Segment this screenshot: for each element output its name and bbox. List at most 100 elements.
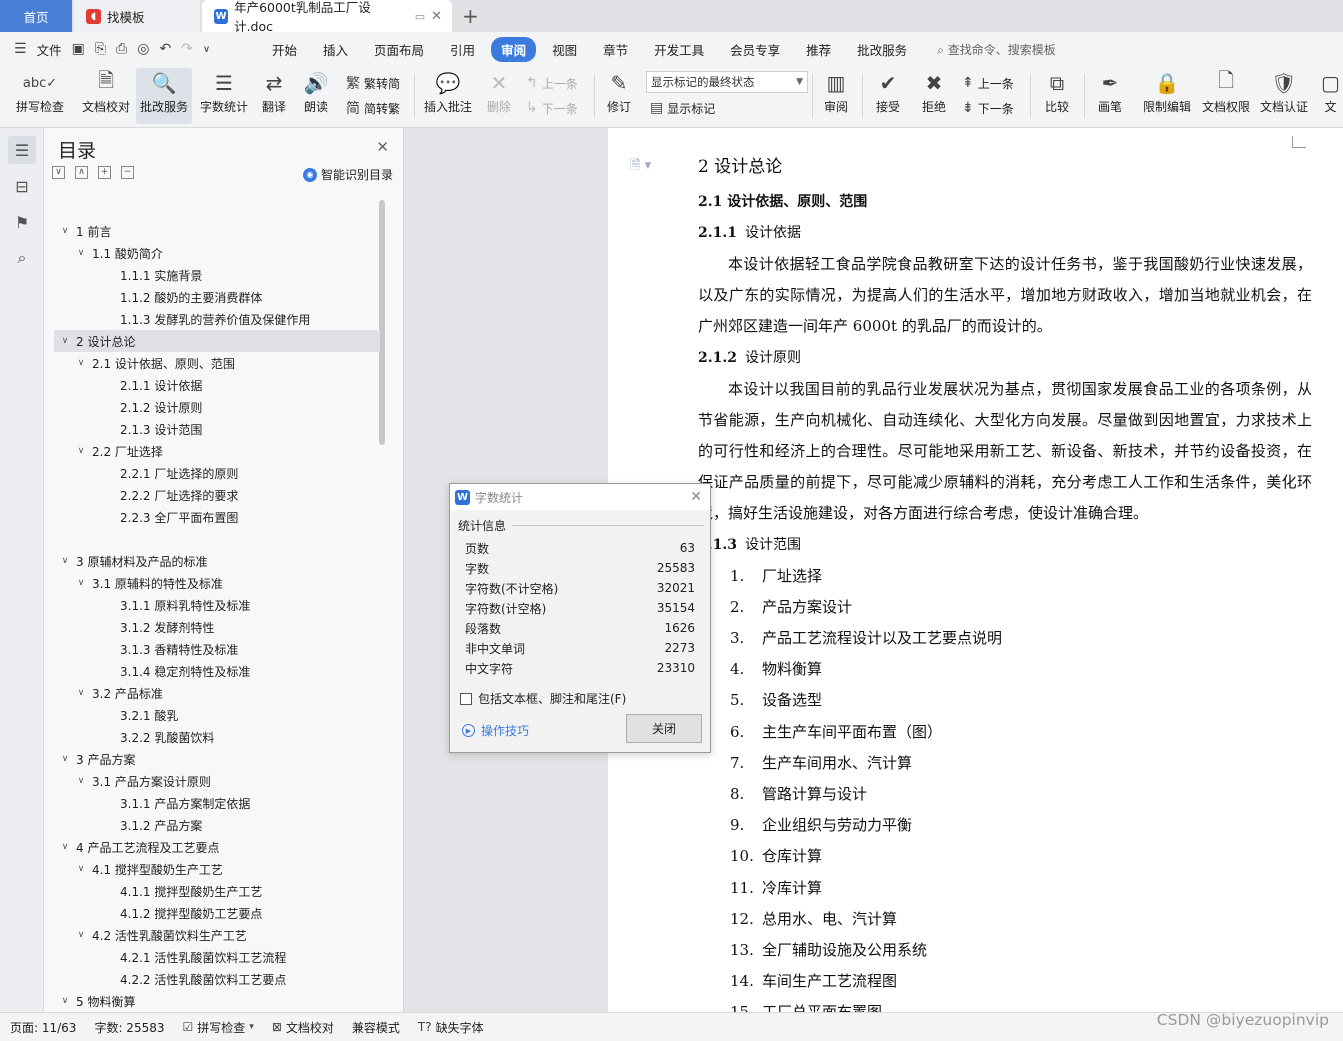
print-icon[interactable]: ⎙ xyxy=(116,41,127,57)
insert-comment-button[interactable]: 💬 插入批注 xyxy=(422,68,474,124)
toc-item[interactable]: ∨ 3 产品方案 xyxy=(54,748,380,770)
menu-member[interactable]: 会员专享 xyxy=(720,37,790,62)
toc-item[interactable]: 2.1.1 设计依据 xyxy=(54,374,380,396)
toc-item[interactable]: ∨ 4.2 活性乳酸菌饮料生产工艺 xyxy=(54,924,380,946)
toc-item[interactable]: 3.1.2 发酵剂特性 xyxy=(54,616,380,638)
more-quick-icon[interactable]: ∨ xyxy=(203,44,210,55)
prev-change-button[interactable]: ⇞ 上一条 xyxy=(962,72,1014,94)
tab-home[interactable]: 首页 xyxy=(0,0,72,32)
chevron-down-icon[interactable]: ∨ xyxy=(74,248,88,258)
reject-button[interactable]: ✖ 拒绝 xyxy=(914,68,954,124)
toc-item[interactable]: ∨ 3 原辅材料及产品的标准 xyxy=(54,550,380,572)
preview-icon[interactable]: ◎ xyxy=(137,41,149,57)
toc-item[interactable]: 2.1.2 设计原则 xyxy=(54,396,380,418)
redo-icon[interactable]: ↷ xyxy=(181,41,193,57)
chevron-down-icon[interactable]: ∨ xyxy=(74,358,88,368)
toc-item[interactable]: ∨ 3.1 产品方案设计原则 xyxy=(54,770,380,792)
menu-correction[interactable]: 批改服务 xyxy=(847,37,917,62)
undo-icon[interactable]: ↶ xyxy=(159,41,171,57)
toc-item[interactable]: ∨ 2 设计总论 xyxy=(54,330,380,352)
toc-item[interactable]: 4.2.1 活性乳酸菌饮料工艺流程 xyxy=(54,946,380,968)
menu-recommend[interactable]: 推荐 xyxy=(796,37,841,62)
toc-item[interactable]: 4.1.1 搅拌型酸奶生产工艺 xyxy=(54,880,380,902)
toc-item[interactable]: ∨ 2.1 设计依据、原则、范围 xyxy=(54,352,380,374)
chevron-down-icon[interactable]: ∨ xyxy=(58,754,72,764)
document-page[interactable]: 🗎 ▾ 2 设计总论 2.1 设计依据、原则、范围 2.1.1 设计依据 本设计依… xyxy=(608,128,1343,1012)
compare-button[interactable]: ⧉ 比较 xyxy=(1036,68,1078,124)
page-menu-icon[interactable]: 🗎 ▾ xyxy=(630,156,651,178)
file-menu[interactable]: 文件 xyxy=(37,40,62,59)
toc-item[interactable]: 1.1.3 发酵乳的营养价值及保健作用 xyxy=(54,308,380,330)
export-icon[interactable]: ⎘ xyxy=(95,41,106,57)
smart-toc-button[interactable]: ◉ 智能识别目录 xyxy=(302,166,393,183)
chevron-down-icon[interactable]: ∨ xyxy=(58,556,72,566)
collapse-all-icon[interactable]: ∧ xyxy=(75,166,88,179)
close-button[interactable]: 关闭 xyxy=(626,714,702,743)
page-indicator[interactable]: 页面: 11/63 xyxy=(10,1019,76,1036)
chevron-down-icon[interactable]: ∨ xyxy=(58,996,72,1006)
include-notes-checkbox[interactable]: 包括文本框、脚注和尾注(F) xyxy=(460,690,626,707)
toc-item[interactable]: 2.2.3 全厂平面布置图 xyxy=(54,506,380,528)
next-change-button[interactable]: ⇟ 下一条 xyxy=(962,97,1014,119)
close-icon[interactable]: ✕ xyxy=(690,489,702,505)
menu-chapter[interactable]: 章节 xyxy=(593,37,638,62)
toc-item[interactable]: 3.1.1 产品方案制定依据 xyxy=(54,792,380,814)
add-heading-icon[interactable]: + xyxy=(98,166,111,179)
accept-button[interactable]: ✔ 接受 xyxy=(868,68,908,124)
toc-item[interactable]: 3.1.3 香精特性及标准 xyxy=(54,638,380,660)
toc-item[interactable]: 4.2.2 活性乳酸菌饮料工艺要点 xyxy=(54,968,380,990)
toc-item[interactable]: ∨ 1 前言 xyxy=(54,220,380,242)
toc-item[interactable]: ∨ 5 物料衡算 xyxy=(54,990,380,1012)
chevron-down-icon[interactable]: ∨ xyxy=(74,930,88,940)
spellcheck-button[interactable]: abc✓ 拼写检查 xyxy=(8,68,72,124)
toc-item[interactable]: 2.2.1 厂址选择的原则 xyxy=(54,462,380,484)
restrict-edit-button[interactable]: 🔒 限制编辑 xyxy=(1138,68,1196,124)
expand-all-icon[interactable]: ∨ xyxy=(52,166,65,179)
new-tab-icon[interactable]: + xyxy=(462,4,479,28)
menu-developer[interactable]: 开发工具 xyxy=(644,37,714,62)
bookmark-icon[interactable]: ⚑ xyxy=(8,208,36,236)
toc-item[interactable]: 2.2.2 厂址选择的要求 xyxy=(54,484,380,506)
toc-item[interactable]: ∨ 1.1 酸奶简介 xyxy=(54,242,380,264)
more-ribbon-button[interactable]: ▢ 文 xyxy=(1318,68,1343,124)
prev-comment-button[interactable]: ↰ 上一条 xyxy=(526,72,578,94)
to-simplified-button[interactable]: 简简转繁 xyxy=(346,97,400,119)
menu-start[interactable]: 开始 xyxy=(262,37,307,62)
toc-item[interactable]: 2.1.3 设计范围 xyxy=(54,418,380,440)
command-search[interactable]: ⌕ 查找命令、搜索模板 xyxy=(937,41,1056,58)
toc-item[interactable]: ∨ 3.2 产品标准 xyxy=(54,682,380,704)
review-pane-button[interactable]: ▥ 审阅 xyxy=(816,68,856,124)
toc-item[interactable]: 3.1.4 稳定剂特性及标准 xyxy=(54,660,380,682)
dialog-titlebar[interactable]: W 字数统计 ✕ xyxy=(450,484,710,510)
wordcount-button[interactable]: ☰ 字数统计 xyxy=(196,68,252,124)
show-markup-button[interactable]: ▤ 显示标记 xyxy=(650,97,715,119)
chevron-down-icon[interactable]: ∨ xyxy=(58,336,72,346)
track-changes-button[interactable]: ✎ 修订 xyxy=(600,68,638,124)
proofread-status[interactable]: ⊠ 文档校对 xyxy=(272,1019,334,1036)
correction-service-button[interactable]: 🔍 批改服务 xyxy=(136,68,192,124)
toc-item[interactable]: ∨ 4.1 搅拌型酸奶生产工艺 xyxy=(54,858,380,880)
tab-document[interactable]: W 年产6000t乳制品工厂设计.doc ▭ ✕ xyxy=(202,0,452,34)
markup-state-select[interactable]: 显示标记的最终状态 ▼ xyxy=(646,71,808,93)
pen-button[interactable]: ✒ 画笔 xyxy=(1090,68,1130,124)
word-count-indicator[interactable]: 字数: 25583 xyxy=(94,1019,164,1036)
toc-item[interactable]: ∨ 4 产品工艺流程及工艺要点 xyxy=(54,836,380,858)
chevron-down-icon[interactable]: ∨ xyxy=(74,776,88,786)
delete-comment-button[interactable]: ✕ 删除 xyxy=(478,68,520,124)
spellcheck-status[interactable]: ☑ 拼写检查 ▾ xyxy=(183,1019,254,1036)
toc-item[interactable]: ∨ 3.1 原辅料的特性及标准 xyxy=(54,572,380,594)
chevron-down-icon[interactable]: ∨ xyxy=(74,688,88,698)
toc-item[interactable]: 1.1.1 实施背景 xyxy=(54,264,380,286)
toc-item[interactable]: 3.2.2 乳酸菌饮料 xyxy=(54,726,380,748)
chevron-down-icon[interactable]: ∨ xyxy=(74,578,88,588)
doc-permission-button[interactable]: 🗋 文档权限 xyxy=(1198,68,1254,124)
next-comment-button[interactable]: ↳ 下一条 xyxy=(526,97,578,119)
tips-link[interactable]: ▶ 操作技巧 xyxy=(462,722,529,739)
chapter-panel-icon[interactable]: ⊟ xyxy=(8,172,36,200)
toc-item[interactable]: 3.1.2 产品方案 xyxy=(54,814,380,836)
to-traditional-button[interactable]: 繁繁转简 xyxy=(346,72,400,94)
menu-reference[interactable]: 引用 xyxy=(440,37,485,62)
chevron-down-icon[interactable]: ∨ xyxy=(74,446,88,456)
doc-certify-button[interactable]: 🛡 文档认证 xyxy=(1256,68,1312,124)
tab-float-icon[interactable]: ▭ xyxy=(415,10,425,23)
